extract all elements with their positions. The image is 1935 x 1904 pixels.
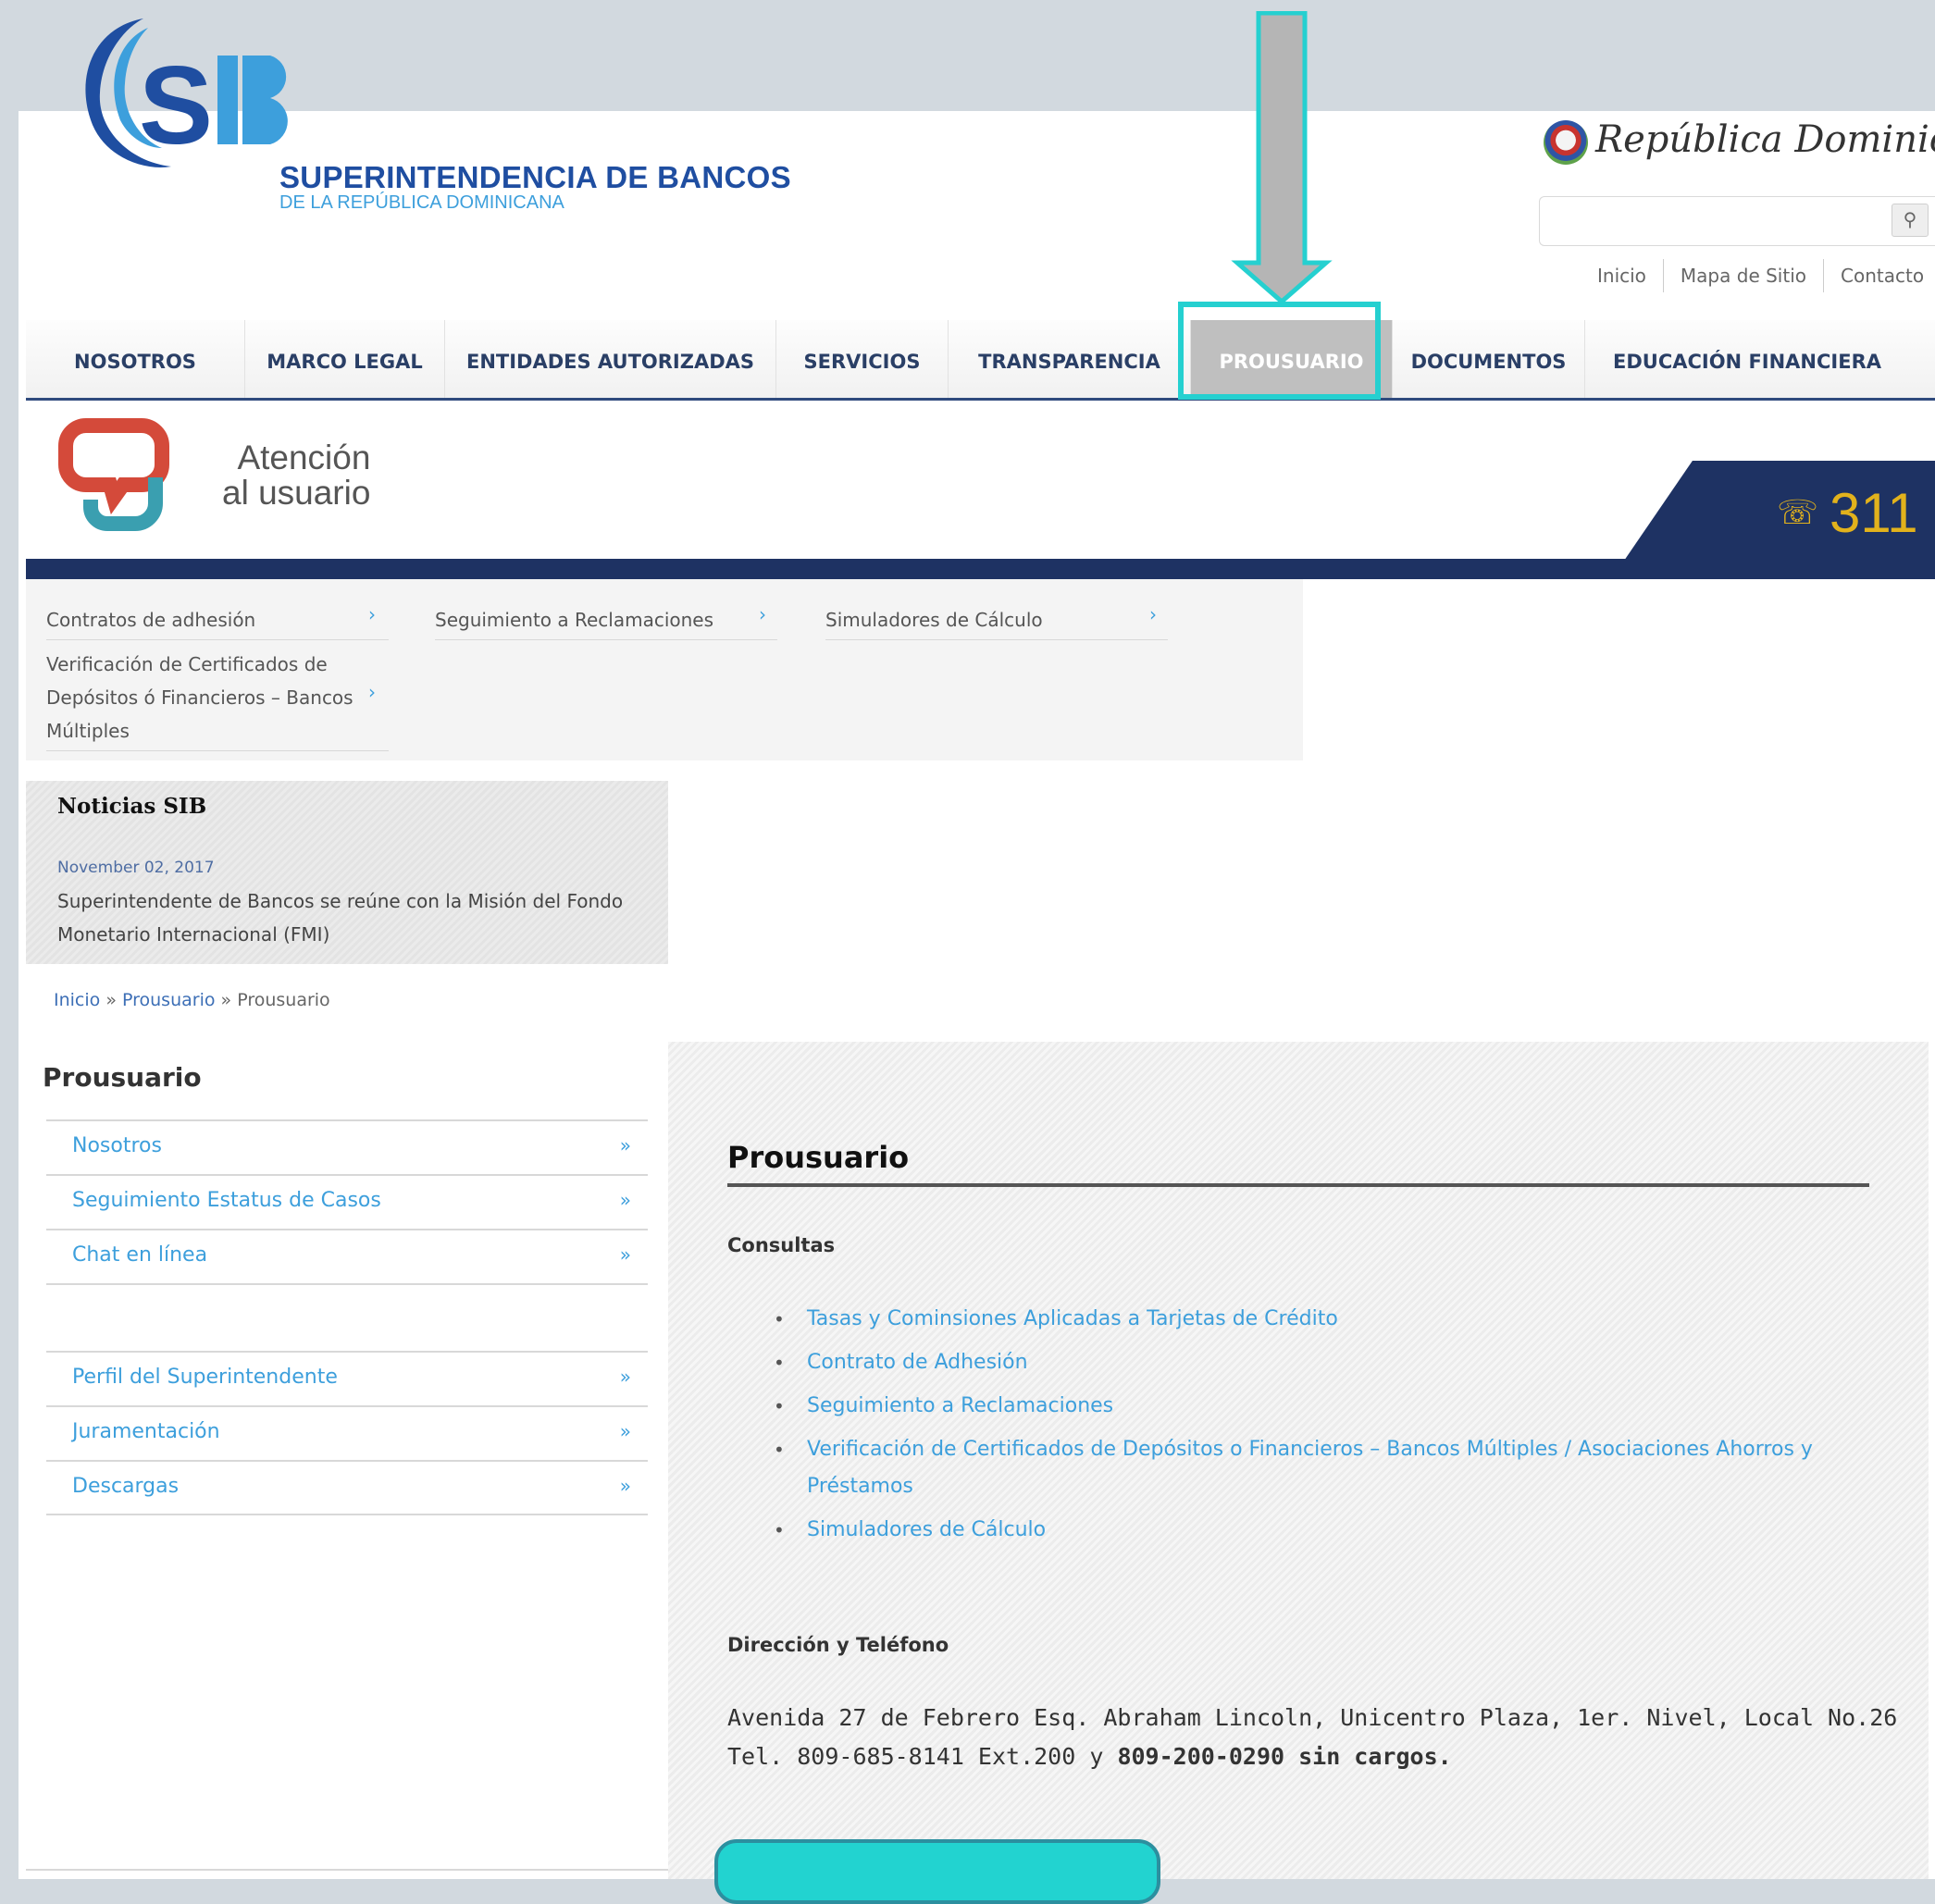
link-tasas-comisiones[interactable]: Tasas y Cominsiones Aplicadas a Tarjetas… — [774, 1301, 1884, 1338]
phone-icon: ☏ — [1777, 494, 1819, 532]
nav-servicios[interactable]: SERVICIOS — [776, 320, 949, 398]
nav-entidades-autorizadas[interactable]: ENTIDADES AUTORIZADAS — [445, 320, 776, 398]
sidebar-item-label: Juramentación — [72, 1420, 220, 1443]
sidebar-item-descargas[interactable]: Descargas » — [46, 1460, 648, 1515]
nav-marco-legal[interactable]: MARCO LEGAL — [245, 320, 445, 398]
banner-bar — [26, 559, 1935, 579]
sidebar-item-chat[interactable]: Chat en línea » — [46, 1229, 648, 1283]
consultas-list: Tasas y Cominsiones Aplicadas a Tarjetas… — [774, 1301, 1884, 1555]
consultas-heading: Consultas — [727, 1234, 836, 1256]
sidebar-divider — [46, 1283, 648, 1285]
subnav-verificacion-label: Verificación de Certificados de Depósito… — [46, 653, 354, 742]
breadcrumb: Inicio » Prousuario » Prousuario — [54, 990, 330, 1010]
link-contrato-adhesion[interactable]: Contrato de Adhesión — [774, 1344, 1884, 1381]
sidebar-item-label: Chat en línea — [72, 1243, 208, 1267]
phone-number[interactable]: 311 — [1830, 481, 1918, 545]
chat-bubbles-icon — [58, 418, 169, 531]
news-headline[interactable]: Superintendente de Bancos se reúne con l… — [57, 884, 650, 951]
subnav-verificacion[interactable]: Verificación de Certificados de Depósito… — [46, 648, 389, 751]
republic-text: República Dominicana — [1595, 118, 1935, 161]
news-title: Noticias SIB — [57, 794, 207, 819]
sidebar-item-seguimiento[interactable]: Seguimiento Estatus de Casos » — [46, 1174, 648, 1229]
double-chevron-icon: » — [619, 1366, 631, 1388]
breadcrumb-current: Prousuario — [237, 990, 330, 1010]
sib-logo[interactable]: S — [56, 0, 305, 176]
chevron-right-icon: › — [368, 603, 376, 625]
atencion-label: Atención al usuario — [222, 440, 370, 511]
sidebar-divider — [46, 1514, 648, 1515]
subnav-contratos[interactable]: Contratos de adhesión — [46, 603, 389, 640]
nav-educacion-financiera[interactable]: EDUCACIÓN FINANCIERA — [1585, 320, 1909, 398]
sidebar-item-nosotros[interactable]: Nosotros » — [46, 1119, 648, 1174]
nav-underline — [26, 398, 1935, 401]
subnav-simuladores-label: Simuladores de Cálculo — [825, 609, 1043, 631]
direccion-heading: Dirección y Teléfono — [727, 1634, 949, 1656]
chevron-right-icon: › — [759, 603, 766, 625]
republic-seal-icon — [1544, 120, 1588, 165]
breadcrumb-section[interactable]: Prousuario — [122, 990, 215, 1010]
double-chevron-icon: » — [619, 1475, 631, 1497]
nav-transparencia[interactable]: TRANSPARENCIA — [949, 320, 1191, 398]
nav-nosotros[interactable]: NOSOTROS — [26, 320, 245, 398]
title-divider — [727, 1183, 1869, 1187]
news-date: November 02, 2017 — [57, 859, 215, 877]
sidebar-item-juramentacion[interactable]: Juramentación » — [46, 1405, 648, 1460]
sidebar-title: Prousuario — [43, 1062, 202, 1093]
link-seguimiento-reclamaciones[interactable]: Seguimiento a Reclamaciones — [774, 1388, 1884, 1425]
brand-subtitle: DE LA REPÚBLICA DOMINICANA — [279, 192, 564, 213]
sidebar-item-label: Nosotros — [72, 1134, 162, 1157]
breadcrumb-home[interactable]: Inicio — [54, 990, 100, 1010]
double-chevron-icon: » — [619, 1420, 631, 1442]
sidebar-item-label: Perfil del Superintendente — [72, 1366, 338, 1389]
atencion-line-2: al usuario — [222, 474, 371, 512]
arrow-down-icon — [1231, 11, 1333, 303]
subnav-simuladores[interactable]: Simuladores de Cálculo — [825, 603, 1168, 640]
breadcrumb-separator: » — [215, 990, 238, 1010]
address-block: Avenida 27 de Febrero Esq. Abraham Linco… — [727, 1699, 1897, 1776]
utility-link-mapa[interactable]: Mapa de Sitio — [1662, 259, 1823, 292]
main-nav: NOSOTROS MARCO LEGAL ENTIDADES AUTORIZAD… — [26, 320, 1935, 398]
highlight-box — [1178, 302, 1381, 400]
subnav-contratos-label: Contratos de adhesión — [46, 609, 256, 631]
link-verificacion-certificados[interactable]: Verificación de Certificados de Depósito… — [774, 1431, 1884, 1505]
link-simuladores-calculo[interactable]: Simuladores de Cálculo — [774, 1512, 1884, 1549]
phone-line: Tel. 809-685-8141 Ext.200 y 809-200-0290… — [727, 1737, 1897, 1776]
sidebar-item-label: Seguimiento Estatus de Casos — [72, 1189, 381, 1212]
chevron-right-icon: › — [1149, 603, 1157, 625]
svg-text:S: S — [139, 43, 213, 167]
sidebar-item-perfil[interactable]: Perfil del Superintendente » — [46, 1351, 648, 1405]
page-title: Prousuario — [727, 1140, 910, 1175]
chevron-right-icon: › — [368, 681, 376, 703]
brand-name: SUPERINTENDENCIA DE BANCOS — [279, 160, 791, 194]
utility-link-inicio[interactable]: Inicio — [1597, 259, 1663, 292]
atencion-line-1: Atención — [237, 439, 371, 476]
subnav-seguimiento-label: Seguimiento a Reclamaciones — [435, 609, 714, 631]
search-icon[interactable]: ⚲ — [1892, 204, 1929, 237]
search-input[interactable] — [1539, 196, 1935, 246]
highlighted-button[interactable] — [714, 1839, 1160, 1904]
double-chevron-icon: » — [619, 1134, 631, 1156]
double-chevron-icon: » — [619, 1189, 631, 1211]
toll-free-number: 809-200-0290 sin cargos. — [1117, 1743, 1452, 1770]
address-line: Avenida 27 de Febrero Esq. Abraham Linco… — [727, 1704, 1898, 1731]
breadcrumb-separator: » — [100, 990, 122, 1010]
utility-links: Inicio Mapa de Sitio Contacto — [1597, 259, 1935, 292]
sidebar-footer-line — [26, 1869, 668, 1871]
sidebar-item-label: Descargas — [72, 1475, 180, 1498]
double-chevron-icon: » — [619, 1243, 631, 1266]
utility-link-contacto[interactable]: Contacto — [1823, 259, 1935, 292]
phone-line-prefix: Tel. 809-685-8141 Ext.200 y — [727, 1743, 1118, 1770]
subnav-seguimiento[interactable]: Seguimiento a Reclamaciones — [435, 603, 777, 640]
nav-documentos[interactable]: DOCUMENTOS — [1393, 320, 1585, 398]
